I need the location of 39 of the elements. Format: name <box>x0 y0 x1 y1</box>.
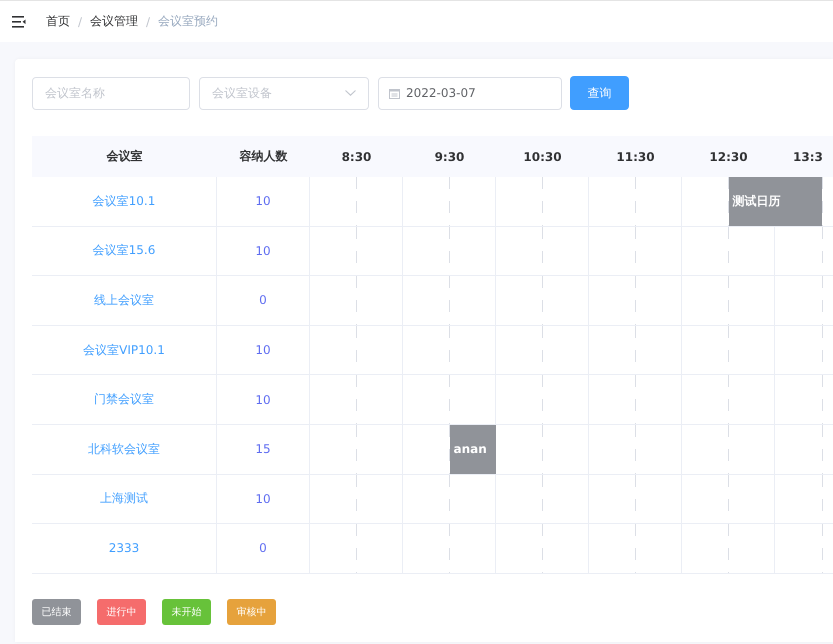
status-legend-tag: 审核中 <box>227 598 276 625</box>
room-name[interactable]: 2333 <box>108 541 140 556</box>
date-field[interactable]: 2022-03-07 <box>378 76 562 110</box>
booking-block[interactable]: anan <box>450 424 496 474</box>
breadcrumb-item[interactable]: 会议管理 <box>90 13 138 30</box>
capacity-value: 0 <box>259 293 267 308</box>
breadcrumb-item: 会议室预约 <box>158 13 218 30</box>
device-select[interactable]: 会议室设备 <box>199 76 369 110</box>
time-header: 9:30 <box>434 150 464 164</box>
time-header: 13:3 <box>793 150 823 164</box>
status-legend-tag: 未开始 <box>162 598 211 625</box>
breadcrumb-separator: / <box>146 14 150 28</box>
capacity-value: 0 <box>259 541 267 556</box>
status-legend-tag: 进行中 <box>97 598 146 625</box>
room-name[interactable]: 会议室15.6 <box>92 242 156 260</box>
time-header: 11:30 <box>616 150 655 164</box>
time-header: 12:30 <box>709 150 748 164</box>
status-legend-tag: 已结束 <box>32 598 81 625</box>
capacity-value: 10 <box>255 492 271 506</box>
room-name[interactable]: 会议室10.1 <box>92 192 156 210</box>
booking-block[interactable]: 测试日历 <box>728 177 822 226</box>
breadcrumb-item[interactable]: 首页 <box>46 13 70 30</box>
room-name[interactable]: 门禁会议室 <box>94 391 154 408</box>
capacity-value: 10 <box>255 392 271 407</box>
capacity-value: 10 <box>255 343 271 358</box>
room-name[interactable]: 上海测试 <box>100 490 148 508</box>
time-header: 8:30 <box>342 150 372 164</box>
breadcrumb-separator: / <box>78 14 82 28</box>
search-button[interactable]: 查询 <box>570 76 629 110</box>
capacity-value: 10 <box>255 194 271 208</box>
room-name[interactable]: 北科软会议室 <box>88 440 160 458</box>
column-header: 会议室 <box>106 148 144 165</box>
capacity-value: 10 <box>255 244 271 258</box>
room-name[interactable]: 会议室VIP10.1 <box>83 342 165 359</box>
time-header: 10:30 <box>523 150 562 164</box>
capacity-value: 15 <box>255 442 271 456</box>
column-header: 容纳人数 <box>238 148 288 165</box>
room-name-field[interactable]: 会议室名称 <box>32 76 190 110</box>
room-name[interactable]: 线上会议室 <box>94 292 154 309</box>
